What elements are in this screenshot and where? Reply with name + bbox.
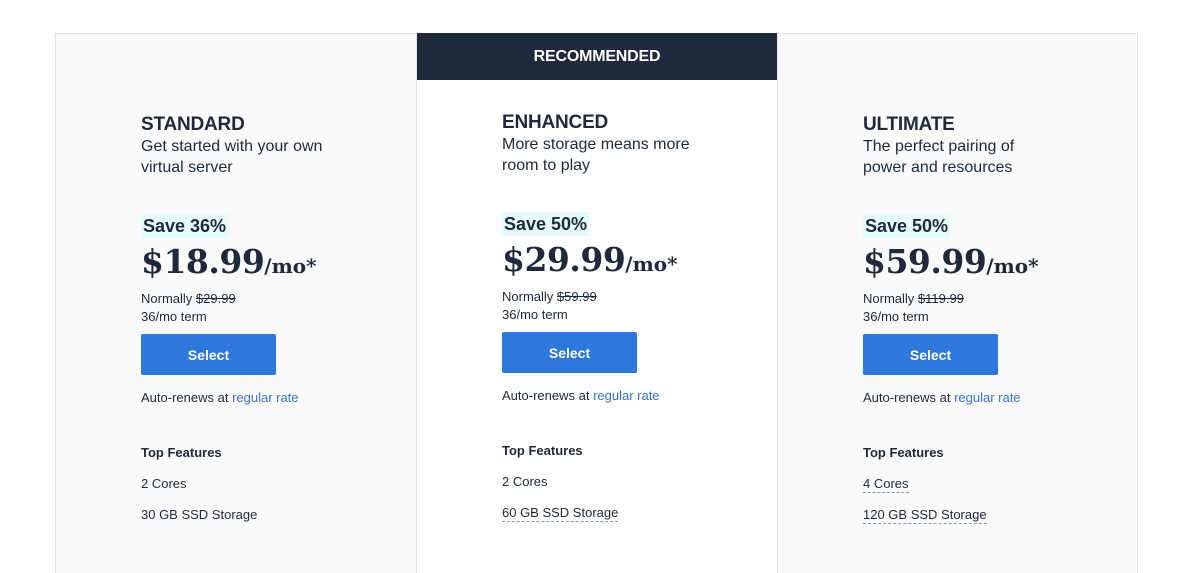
normal-price: $29.99	[195, 291, 236, 306]
regular-rate-link[interactable]: regular rate	[954, 390, 1020, 405]
pricing-table: STANDARD Get started with your own virtu…	[55, 33, 1139, 573]
normal-price: $59.99	[556, 289, 597, 304]
price: $59.99/mo*	[863, 242, 1113, 288]
feature-item: 60 GB SSD Storage	[502, 504, 752, 522]
plan-description: Get started with your own virtual server	[141, 138, 323, 176]
price-unit: /mo*	[625, 252, 678, 276]
price: $29.99/mo*	[502, 240, 752, 286]
auto-renew-note: Auto-renews at regular rate	[863, 389, 1113, 407]
features-title: Top Features	[502, 443, 583, 458]
regular-rate-link[interactable]: regular rate	[593, 388, 659, 403]
auto-renew-note: Auto-renews at regular rate	[502, 387, 752, 405]
normally-label: Normally	[141, 291, 193, 306]
save-badge: Save 50%	[863, 214, 951, 238]
plan-name: ULTIMATE	[863, 114, 955, 135]
price-amount: $29.99	[502, 240, 626, 279]
auto-renew-note: Auto-renews at regular rate	[141, 389, 391, 407]
feature-item: 2 Cores	[502, 473, 752, 491]
feature-cores: 2 Cores	[502, 474, 548, 489]
normal-price: $119.99	[917, 291, 964, 306]
recommended-banner: RECOMMENDED	[417, 33, 777, 80]
price-amount: $59.99	[863, 242, 987, 281]
save-badge: Save 50%	[502, 212, 590, 236]
features-title: Top Features	[141, 445, 222, 460]
price-unit: /mo*	[264, 254, 317, 278]
select-standard-button[interactable]: Select	[141, 334, 276, 375]
price: $18.99/mo*	[141, 242, 391, 288]
price-unit: /mo*	[986, 254, 1039, 278]
feature-storage-tooltip[interactable]: 60 GB SSD Storage	[502, 505, 619, 522]
feature-item: 30 GB SSD Storage	[141, 506, 391, 524]
term: 36/mo term	[141, 309, 207, 324]
feature-storage: 30 GB SSD Storage	[141, 507, 258, 522]
feature-item: 2 Cores	[141, 475, 391, 493]
plan-card-enhanced: RECOMMENDED ENHANCED More storage means …	[416, 33, 777, 573]
plan-card-standard: STANDARD Get started with your own virtu…	[55, 33, 416, 573]
feature-item: 120 GB SSD Storage	[863, 506, 1113, 524]
plan-name: ENHANCED	[502, 112, 609, 133]
save-badge: Save 36%	[141, 214, 229, 238]
regular-rate-link[interactable]: regular rate	[232, 390, 298, 405]
plan-description: The perfect pairing of power and resourc…	[863, 138, 1015, 176]
renew-text: Auto-renews at	[502, 388, 590, 403]
select-enhanced-button[interactable]: Select	[502, 332, 637, 373]
term: 36/mo term	[863, 309, 929, 324]
select-ultimate-button[interactable]: Select	[863, 334, 998, 375]
normally-label: Normally	[863, 291, 915, 306]
price-amount: $18.99	[141, 242, 265, 281]
normally-label: Normally	[502, 289, 554, 304]
plan-card-ultimate: ULTIMATE The perfect pairing of power an…	[777, 33, 1138, 573]
feature-storage-tooltip[interactable]: 120 GB SSD Storage	[863, 507, 987, 524]
feature-cores: 2 Cores	[141, 476, 187, 491]
feature-item: 4 Cores	[863, 475, 1113, 493]
plan-name: STANDARD	[141, 114, 245, 135]
feature-cores-tooltip[interactable]: 4 Cores	[863, 476, 909, 493]
features-title: Top Features	[863, 445, 944, 460]
normal-price-line: Normally $29.99	[141, 290, 391, 308]
renew-text: Auto-renews at	[863, 390, 951, 405]
renew-text: Auto-renews at	[141, 390, 229, 405]
normal-price-line: Normally $59.99	[502, 288, 752, 306]
normal-price-line: Normally $119.99	[863, 290, 1113, 308]
term: 36/mo term	[502, 307, 568, 322]
plan-description: More storage means more room to play	[502, 136, 690, 174]
